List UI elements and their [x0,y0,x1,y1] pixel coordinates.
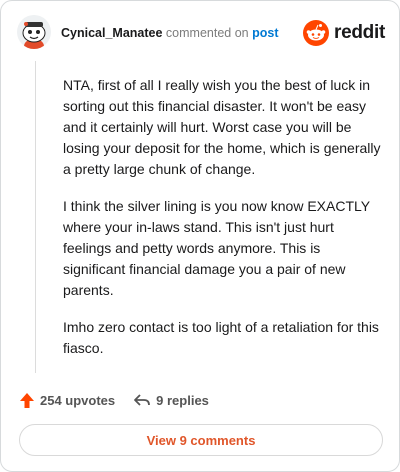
comment-paragraph: Imho zero contact is too light of a reta… [63,319,379,356]
upvote-count: 254 upvotes [40,392,116,408]
comment-body: NTA, first of all I really wish you the … [63,75,385,375]
action-text: commented on [165,26,249,40]
snoo-avatar-icon [17,15,51,49]
username-link[interactable]: Cynical_Manatee [61,26,162,40]
comment-header: Cynical_Manatee commented on post reddit [17,13,387,53]
avatar[interactable] [17,15,51,49]
reddit-snoo-icon [303,20,330,46]
comment-paragraph: I think the silver lining is you now kno… [63,198,370,298]
comment-card: Cynical_Manatee commented on post reddit… [0,0,400,472]
upvote-arrow-icon [20,392,34,408]
brand-wordmark: reddit [334,22,385,43]
comment-actions: 254 upvotes 9 replies [19,389,227,411]
upvote-button[interactable]: 254 upvotes [19,392,115,409]
thread-line[interactable] [35,61,36,373]
reddit-logo[interactable]: reddit [303,19,385,47]
reply-arrow-icon [134,394,151,406]
post-link[interactable]: post [252,26,278,40]
view-comments-button[interactable]: View 9 comments [19,424,383,456]
reply-count: 9 replies [156,392,209,408]
comment-paragraph: NTA, first of all I really wish you the … [63,77,381,177]
reply-button[interactable]: 9 replies [133,392,209,408]
byline: Cynical_Manatee commented on post [61,26,278,40]
